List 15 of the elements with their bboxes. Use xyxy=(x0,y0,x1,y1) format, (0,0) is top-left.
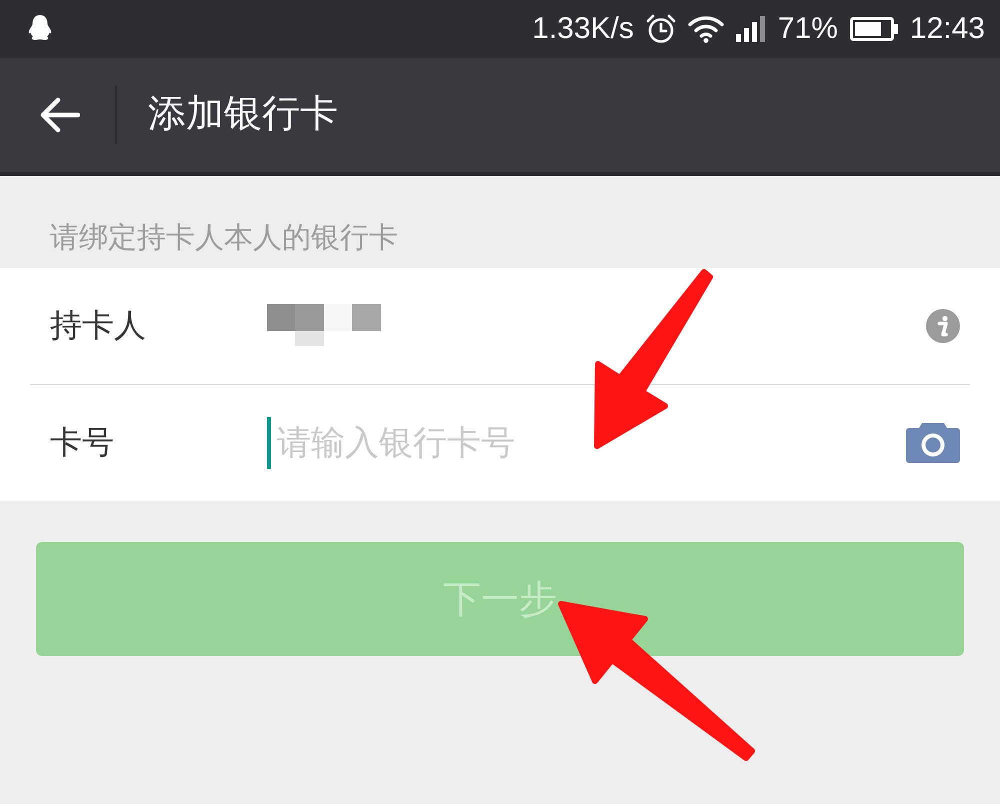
camera-icon[interactable] xyxy=(906,423,960,463)
alarm-clock-icon xyxy=(646,14,676,44)
info-icon[interactable] xyxy=(926,309,960,343)
wifi-icon xyxy=(688,15,724,43)
back-arrow-icon xyxy=(40,97,80,133)
penguin-icon xyxy=(28,15,52,43)
clock-time: 12:43 xyxy=(910,14,985,44)
battery-percent: 71% xyxy=(778,14,838,44)
field-label: 卡号 xyxy=(50,423,115,462)
signal-icon xyxy=(736,16,766,42)
hint-text: 请绑定持卡人本人的银行卡 xyxy=(49,221,399,256)
field-label: 持卡人 xyxy=(50,306,147,345)
battery-icon xyxy=(850,17,898,41)
network-speed: 1.33K/s xyxy=(532,14,634,44)
page-title: 添加银行卡 xyxy=(148,92,338,138)
